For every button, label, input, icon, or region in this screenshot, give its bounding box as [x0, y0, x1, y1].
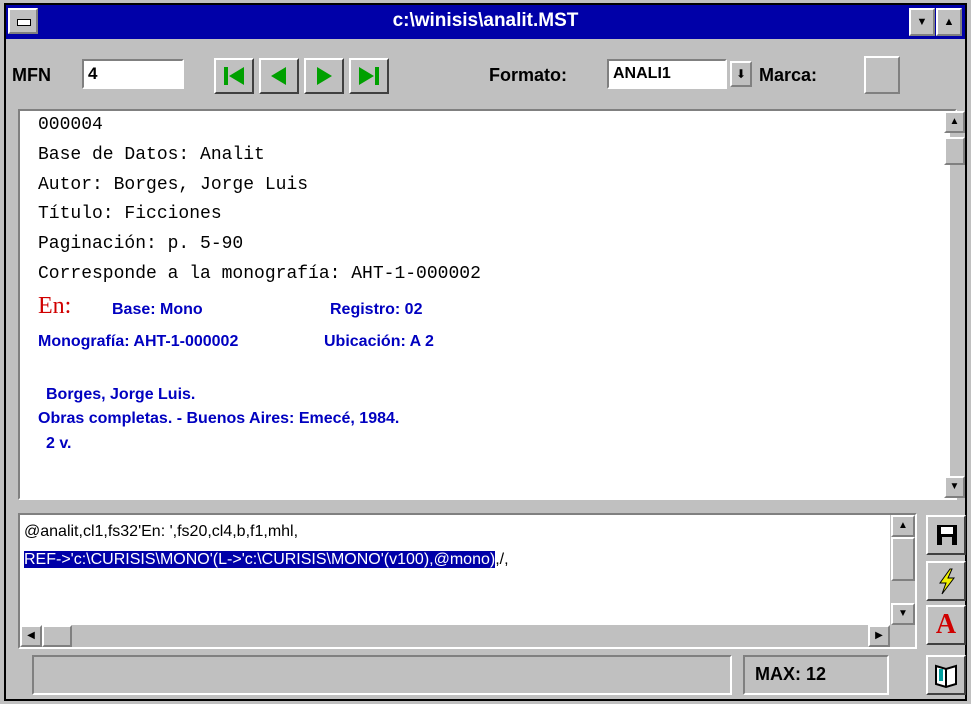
chevron-down-icon: ▼: [949, 481, 960, 492]
scroll-up-button[interactable]: ▲: [944, 111, 965, 133]
editor-scroll-up-button[interactable]: ▲: [891, 515, 915, 537]
next-record-button[interactable]: [304, 58, 344, 94]
status-message: [32, 655, 732, 695]
format-line: @analit,cl1,fs32'En: ',fs20,cl4,b,f1,mhl…: [24, 523, 299, 540]
editor-scroll-down-button[interactable]: ▼: [891, 603, 915, 625]
next-record-icon: [317, 67, 332, 85]
mfn-label: MFN: [12, 65, 51, 85]
save-format-button[interactable]: [926, 515, 966, 555]
apply-format-button[interactable]: [926, 561, 966, 601]
minimize-button[interactable]: ▼: [909, 8, 935, 36]
chevron-up-icon: ▲: [949, 116, 960, 127]
editor-hscrollbar[interactable]: ◀ ▶: [20, 625, 890, 647]
reference-title: Obras completas. - Buenos Aires: Emecé, …: [38, 410, 400, 427]
editor-scroll-thumb[interactable]: [891, 537, 915, 581]
monografia-field: Monografía: AHT-1-000002: [38, 333, 239, 350]
scroll-down-button[interactable]: ▼: [944, 476, 965, 498]
chevron-down-icon: ⬇: [735, 67, 747, 81]
scroll-thumb[interactable]: [944, 137, 965, 165]
formato-dropdown-button[interactable]: ⬇: [730, 61, 752, 87]
max-indicator: MAX: 12: [743, 655, 889, 695]
title-bar[interactable]: c:\winisis\analit.MST ▼ ▲: [6, 5, 965, 39]
registro-field: Registro: 02: [330, 301, 423, 318]
book-button[interactable]: [926, 655, 966, 695]
record-scrollbar[interactable]: ▲ ▼: [944, 111, 965, 498]
chevron-right-icon: ▶: [875, 630, 883, 641]
marca-button[interactable]: [864, 56, 900, 94]
formato-select[interactable]: ANALI1: [607, 59, 727, 89]
main-window: c:\winisis\analit.MST ▼ ▲ MFN 4 Formato:…: [4, 3, 967, 701]
record-line: 000004: [38, 115, 103, 135]
last-record-button[interactable]: [349, 58, 389, 94]
record-display: 000004 Base de Datos: Analit Autor: Borg…: [20, 111, 950, 498]
last-record-icon: [359, 67, 379, 85]
editor-scroll-right-button[interactable]: ▶: [868, 625, 890, 647]
maximize-icon: ▲: [943, 16, 955, 28]
font-icon: A: [935, 609, 957, 640]
formato-label: Formato:: [489, 65, 567, 85]
editor-scroll-left-button[interactable]: ◀: [20, 625, 42, 647]
record-line: Paginación: p. 5-90: [38, 234, 244, 254]
format-editor[interactable]: @analit,cl1,fs32'En: ',fs20,cl4,b,f1,mhl…: [20, 515, 890, 625]
editor-hscroll-thumb[interactable]: [42, 625, 72, 647]
first-record-button[interactable]: [214, 58, 254, 94]
base-field: Base: Mono: [112, 301, 203, 318]
record-line: Corresponde a la monografía: AHT-1-00000…: [38, 264, 481, 284]
record-line: Base de Datos: Analit: [38, 145, 265, 165]
maximize-button[interactable]: ▲: [936, 8, 962, 36]
font-button[interactable]: A: [926, 605, 966, 645]
en-label: En:: [38, 293, 72, 319]
previous-record-button[interactable]: [259, 58, 299, 94]
ubicacion-field: Ubicación: A 2: [324, 333, 434, 350]
minimize-icon: ▼: [916, 16, 928, 28]
first-record-icon: [224, 67, 244, 85]
mfn-input[interactable]: 4: [82, 59, 184, 89]
book-icon: [935, 664, 957, 689]
reference-author: Borges, Jorge Luis.: [46, 386, 196, 403]
record-line: Autor: Borges, Jorge Luis: [38, 175, 309, 195]
editor-vscrollbar[interactable]: ▲ ▼: [891, 515, 915, 625]
previous-record-icon: [271, 67, 286, 85]
format-line: REF->'c:\CURISIS\MONO'(L->'c:\CURISIS\MO…: [24, 551, 509, 569]
chevron-up-icon: ▲: [898, 520, 908, 531]
apply-format-icon: [939, 568, 955, 595]
window-title: c:\winisis\analit.MST: [392, 10, 579, 31]
record-line: Título: Ficciones: [38, 204, 222, 224]
reference-volumes: 2 v.: [46, 435, 72, 452]
save-format-icon: [937, 525, 957, 545]
marca-label: Marca:: [759, 65, 818, 85]
selected-format-text: REF->'c:\CURISIS\MONO'(L->'c:\CURISIS\MO…: [24, 551, 496, 568]
chevron-down-icon: ▼: [898, 608, 908, 619]
chevron-left-icon: ◀: [27, 630, 35, 641]
format-line-rest: ,/,: [495, 551, 509, 568]
